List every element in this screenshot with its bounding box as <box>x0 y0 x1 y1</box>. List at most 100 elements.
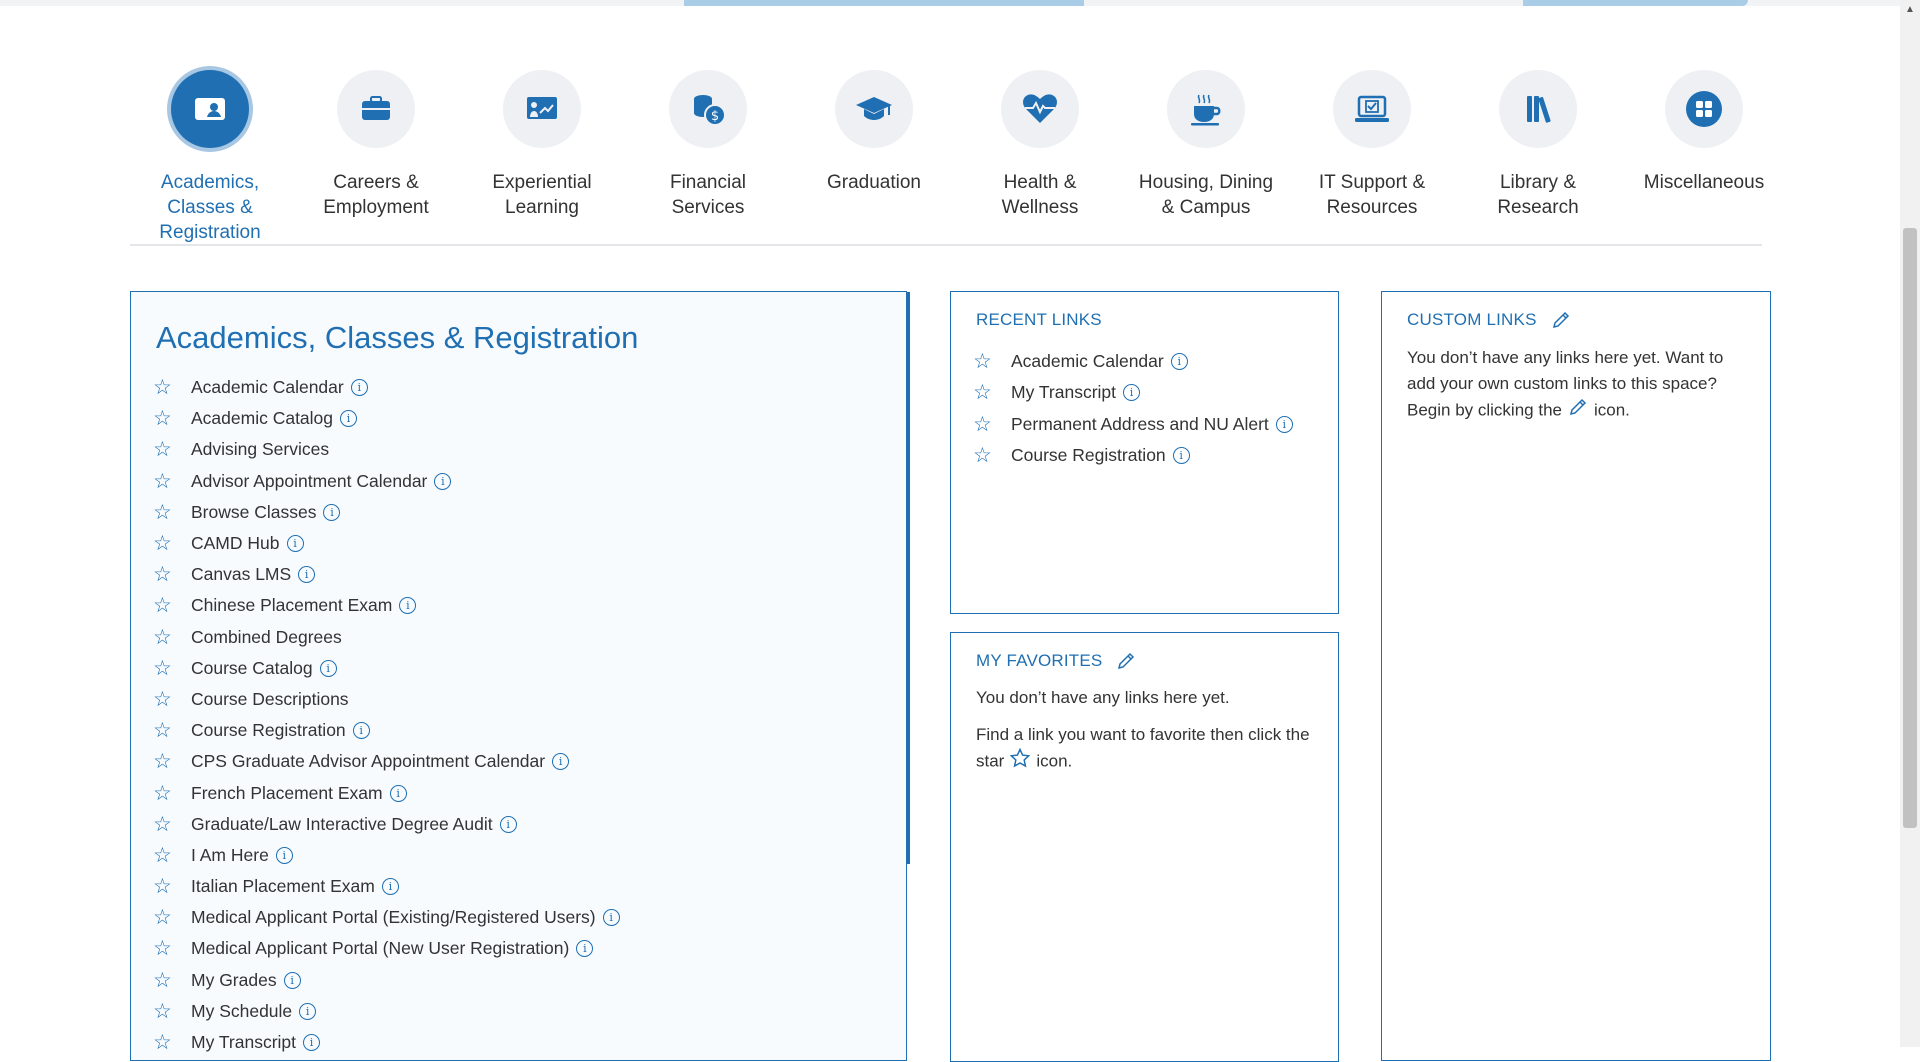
info-icon[interactable]: i <box>283 971 301 989</box>
panel-title: Academics, Classes & Registration <box>156 320 639 355</box>
favorite-star-icon[interactable]: ☆ <box>153 1001 191 1022</box>
info-icon[interactable]: i <box>275 846 293 864</box>
category-library[interactable]: Library & Research <box>1458 70 1618 220</box>
page-scrollbar[interactable]: ▲ <box>1900 0 1920 1047</box>
info-icon[interactable]: i <box>381 878 399 896</box>
link-label[interactable]: Academic Calendar <box>191 377 344 398</box>
info-icon[interactable]: i <box>350 379 368 397</box>
link-item: ☆ Medical Applicant Portal (Existing/Regi… <box>153 902 620 933</box>
favorite-star-icon[interactable]: ☆ <box>973 445 1011 466</box>
pencil-icon[interactable] <box>1116 651 1136 671</box>
category-miscellaneous[interactable]: Miscellaneous <box>1624 70 1784 195</box>
info-icon[interactable]: i <box>1123 384 1141 402</box>
favorite-star-icon[interactable]: ☆ <box>153 907 191 928</box>
favorites-hint: Find a link you want to favorite then cl… <box>976 722 1321 776</box>
link-label[interactable]: CAMD Hub <box>191 533 280 554</box>
info-icon[interactable]: i <box>286 535 304 553</box>
panel-heading: RECENT LINKS <box>976 310 1102 329</box>
info-icon[interactable]: i <box>399 597 417 615</box>
favorite-star-icon[interactable]: ☆ <box>153 502 191 523</box>
link-label[interactable]: My Transcript <box>191 1032 296 1053</box>
favorite-star-icon[interactable]: ☆ <box>153 938 191 959</box>
link-label[interactable]: Course Registration <box>191 720 346 741</box>
scrollbar-thumb[interactable] <box>1903 228 1917 828</box>
link-label[interactable]: Course Registration <box>1011 445 1166 466</box>
custom-links-panel: CUSTOM LINKS You don’t have any links he… <box>1381 291 1771 1061</box>
favorite-star-icon[interactable]: ☆ <box>153 845 191 866</box>
link-label[interactable]: My Schedule <box>191 1001 292 1022</box>
info-icon[interactable]: i <box>1275 415 1293 433</box>
link-label[interactable]: Course Catalog <box>191 658 313 679</box>
link-label[interactable]: Medical Applicant Portal (New User Regis… <box>191 938 569 959</box>
favorite-star-icon[interactable]: ☆ <box>153 814 191 835</box>
link-label[interactable]: CPS Graduate Advisor Appointment Calenda… <box>191 751 545 772</box>
info-icon[interactable]: i <box>340 410 358 428</box>
favorite-star-icon[interactable]: ☆ <box>153 720 191 741</box>
favorite-star-icon[interactable]: ☆ <box>153 658 191 679</box>
link-label[interactable]: Browse Classes <box>191 502 316 523</box>
link-label[interactable]: Chinese Placement Exam <box>191 595 392 616</box>
link-label[interactable]: My Transcript <box>1011 382 1116 403</box>
favorite-star-icon[interactable]: ☆ <box>153 377 191 398</box>
category-careers[interactable]: Careers & Employment <box>296 70 456 220</box>
favorite-star-icon[interactable]: ☆ <box>153 408 191 429</box>
category-it-support[interactable]: IT Support & Resources <box>1292 70 1452 220</box>
info-icon[interactable]: i <box>352 722 370 740</box>
info-icon[interactable]: i <box>576 940 594 958</box>
link-label[interactable]: French Placement Exam <box>191 783 383 804</box>
favorite-star-icon[interactable]: ☆ <box>153 627 191 648</box>
info-icon[interactable]: i <box>552 753 570 771</box>
favorite-star-icon[interactable]: ☆ <box>153 689 191 710</box>
favorite-star-icon[interactable]: ☆ <box>153 783 191 804</box>
link-label[interactable]: Advisor Appointment Calendar <box>191 471 427 492</box>
panel-heading: MY FAVORITES <box>976 651 1136 671</box>
info-icon[interactable]: i <box>389 784 407 802</box>
link-label[interactable]: Medical Applicant Portal (Existing/Regis… <box>191 907 596 928</box>
link-label[interactable]: Advising Services <box>191 439 329 460</box>
link-label[interactable]: My Grades <box>191 970 277 991</box>
favorite-star-icon[interactable]: ☆ <box>153 876 191 897</box>
link-label[interactable]: I Am Here <box>191 845 269 866</box>
scroll-up-icon[interactable]: ▲ <box>1900 4 1920 15</box>
link-item: ☆ Permanent Address and NU Alert i <box>973 409 1293 440</box>
my-favorites-panel: MY FAVORITES You don’t have any links he… <box>950 632 1339 1062</box>
favorite-star-icon[interactable]: ☆ <box>153 439 191 460</box>
info-icon[interactable]: i <box>298 566 316 584</box>
link-label[interactable]: Academic Calendar <box>1011 351 1164 372</box>
favorite-star-icon[interactable]: ☆ <box>153 564 191 585</box>
category-experiential[interactable]: Experiential Learning <box>462 70 622 220</box>
panel-scrollbar[interactable] <box>906 292 910 864</box>
info-icon[interactable]: i <box>434 472 452 490</box>
info-icon[interactable]: i <box>323 503 341 521</box>
favorite-star-icon[interactable]: ☆ <box>973 382 1011 403</box>
favorite-star-icon[interactable]: ☆ <box>153 595 191 616</box>
info-icon[interactable]: i <box>299 1002 317 1020</box>
info-icon[interactable]: i <box>319 659 337 677</box>
category-housing[interactable]: Housing, Dining & Campus <box>1126 70 1286 220</box>
favorite-star-icon[interactable]: ☆ <box>973 351 1011 372</box>
link-label[interactable]: Italian Placement Exam <box>191 876 375 897</box>
category-financial[interactable]: $ Financial Services <box>628 70 788 220</box>
favorite-star-icon[interactable]: ☆ <box>153 1032 191 1053</box>
category-health[interactable]: Health & Wellness <box>960 70 1120 220</box>
category-academics[interactable]: Academics, Classes & Registration <box>130 70 290 245</box>
info-icon[interactable]: i <box>1172 447 1190 465</box>
pencil-icon[interactable] <box>1551 310 1571 330</box>
info-icon[interactable]: i <box>303 1034 321 1052</box>
link-label[interactable]: Graduate/Law Interactive Degree Audit <box>191 814 493 835</box>
favorite-star-icon[interactable]: ☆ <box>153 533 191 554</box>
favorite-star-icon[interactable]: ☆ <box>153 970 191 991</box>
info-icon[interactable]: i <box>499 815 517 833</box>
info-icon[interactable]: i <box>602 909 620 927</box>
link-label[interactable]: Course Descriptions <box>191 689 349 710</box>
link-label[interactable]: Canvas LMS <box>191 564 291 585</box>
link-label[interactable]: Academic Catalog <box>191 408 333 429</box>
link-item: ☆ Academic Catalog i <box>153 403 620 434</box>
favorite-star-icon[interactable]: ☆ <box>153 471 191 492</box>
category-graduation[interactable]: Graduation <box>794 70 954 195</box>
favorite-star-icon[interactable]: ☆ <box>973 414 1011 435</box>
favorite-star-icon[interactable]: ☆ <box>153 751 191 772</box>
link-label[interactable]: Combined Degrees <box>191 627 342 648</box>
link-label[interactable]: Permanent Address and NU Alert <box>1011 414 1269 435</box>
info-icon[interactable]: i <box>1170 353 1188 371</box>
